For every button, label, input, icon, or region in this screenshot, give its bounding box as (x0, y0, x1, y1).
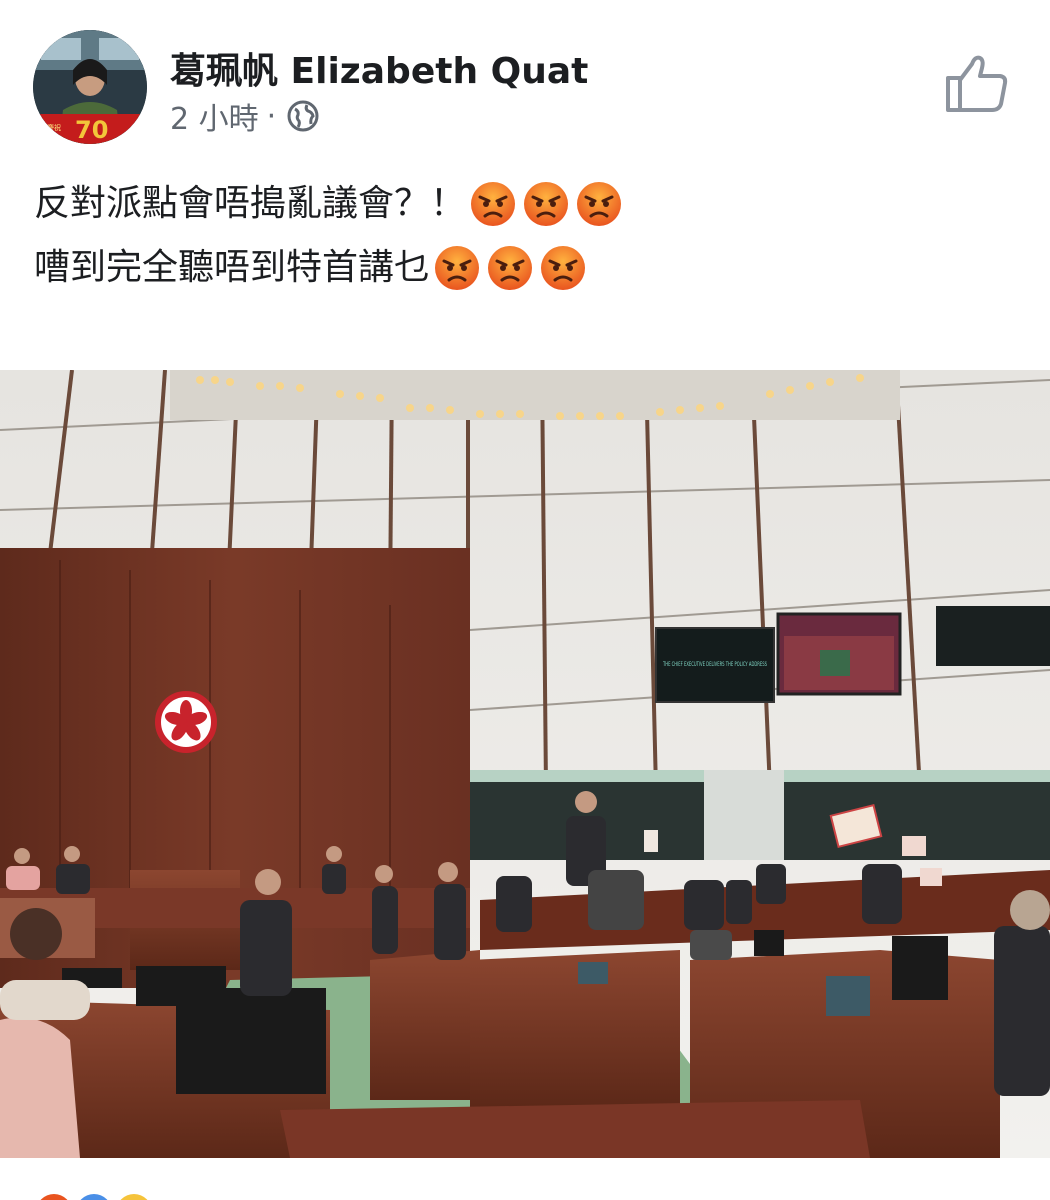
globe-icon (286, 99, 320, 133)
post-text: 反對派點會唔搗亂議會？！ 嘈到完全聽唔到特首講乜 (34, 172, 629, 300)
post-photo[interactable]: THE CHIEF EXECUTIVE DELIVERS THE POLICY … (0, 370, 1050, 1158)
angry-face-emoji (434, 245, 480, 291)
emoji-group-2 (434, 245, 593, 291)
ceiling-lights (170, 370, 900, 420)
hk-emblem (155, 691, 217, 753)
post-text-line-1: 反對派點會唔搗亂議會？！ (34, 172, 629, 236)
avatar-badge-small-text: 慶祝 (47, 123, 61, 132)
avatar-image: 慶祝 70 (33, 30, 147, 144)
post-time[interactable]: 2 小時 (170, 94, 259, 138)
post-header: 慶祝 70 葛珮帆 Elizabeth Quat 2 小時 · (0, 0, 1050, 150)
chamber-illustration: THE CHIEF EXECUTIVE DELIVERS THE POLICY … (0, 370, 1050, 1158)
angry-reaction-icon (36, 1194, 72, 1200)
thumbs-up-icon[interactable] (944, 52, 1010, 114)
emoji-group-1 (470, 181, 629, 227)
angry-face-emoji (540, 245, 586, 291)
author-name[interactable]: 葛珮帆 Elizabeth Quat (170, 42, 588, 94)
angry-face-emoji (487, 245, 533, 291)
post-meta: 2 小時 · (170, 94, 320, 138)
avatar[interactable]: 慶祝 70 (33, 30, 147, 144)
angry-face-emoji (470, 181, 516, 227)
haha-reaction-icon (116, 1194, 152, 1200)
avatar-badge-number: 70 (75, 116, 108, 144)
angry-face-emoji (576, 181, 622, 227)
post-text-line-2: 嘈到完全聽唔到特首講乜 (34, 236, 629, 300)
post-text-line-2-content: 嘈到完全聽唔到特首講乜 (34, 247, 431, 288)
info-screen-text: THE CHIEF EXECUTIVE DELIVERS THE POLICY … (662, 661, 767, 668)
meta-separator: · (266, 98, 277, 134)
like-reaction-icon (76, 1194, 112, 1200)
angry-face-emoji (523, 181, 569, 227)
post-text-line-1-content: 反對派點會唔搗亂議會？！ (34, 183, 467, 224)
reactions-bar[interactable] (0, 1180, 1050, 1200)
